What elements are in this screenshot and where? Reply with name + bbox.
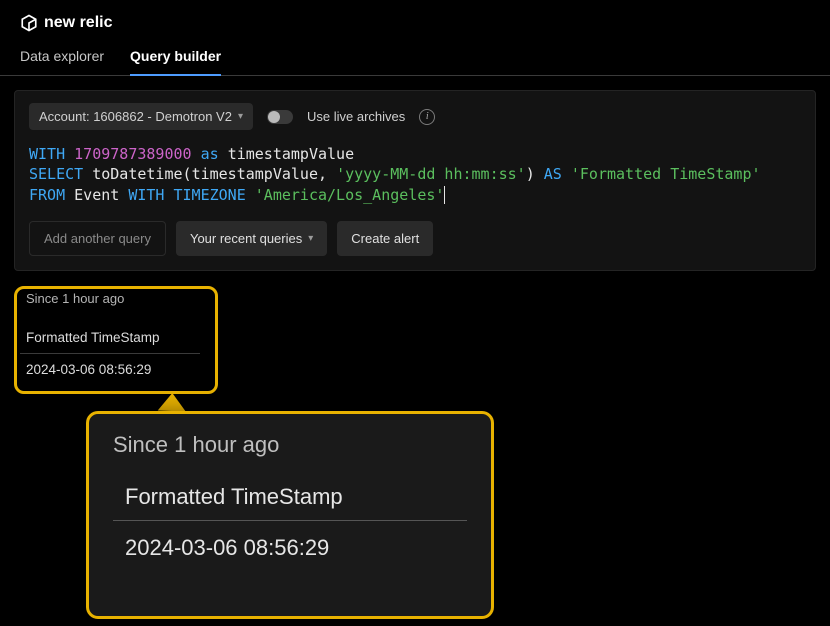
timestamp-literal: 1709787389000	[74, 145, 191, 163]
results-area: Since 1 hour ago Formatted TimeStamp 202…	[0, 271, 830, 399]
panel-controls: Account: 1606862 - Demotron V2 ▾ Use liv…	[29, 103, 801, 130]
brand-name: new relic	[44, 14, 112, 32]
brand-logo: new relic	[20, 14, 112, 32]
result-table: Formatted TimeStamp 2024-03-06 08:56:29	[20, 322, 200, 385]
result-column-header: Formatted TimeStamp	[20, 322, 200, 354]
zoom-column-header: Formatted TimeStamp	[113, 484, 467, 521]
recent-queries-label: Your recent queries	[190, 231, 302, 246]
new-relic-icon	[20, 14, 38, 32]
kw-with-timezone: WITH TIMEZONE	[128, 186, 245, 204]
account-picker-label: Account: 1606862 - Demotron V2	[39, 109, 232, 124]
callout-connector	[158, 393, 187, 412]
info-icon[interactable]: i	[419, 109, 435, 125]
query-panel: Account: 1606862 - Demotron V2 ▾ Use liv…	[14, 90, 816, 271]
ident-event: Event	[74, 186, 119, 204]
account-picker[interactable]: Account: 1606862 - Demotron V2 ▾	[29, 103, 253, 130]
format-string: 'yyyy-MM-dd hh:mm:ss'	[336, 165, 526, 183]
create-alert-button[interactable]: Create alert	[337, 221, 433, 256]
recent-queries-button[interactable]: Your recent queries ▾	[176, 221, 327, 256]
kw-as2: AS	[544, 165, 562, 183]
result-cell: 2024-03-06 08:56:29	[20, 354, 200, 385]
nrql-editor[interactable]: WITH 1709787389000 as timestampValue SEL…	[29, 144, 801, 205]
kw-select: SELECT	[29, 165, 83, 183]
zoom-cell: 2024-03-06 08:56:29	[113, 521, 467, 561]
alias-string: 'Formatted TimeStamp'	[571, 165, 761, 183]
zoom-since-label: Since 1 hour ago	[113, 432, 467, 458]
kw-with: WITH	[29, 145, 65, 163]
live-archives-toggle[interactable]	[267, 110, 293, 124]
app-header: new relic	[0, 0, 830, 38]
kw-as: as	[201, 145, 219, 163]
button-row: Add another query Your recent queries ▾ …	[29, 221, 801, 256]
since-label: Since 1 hour ago	[26, 291, 810, 306]
timezone-string: 'America/Los_Angeles'	[255, 186, 446, 204]
tab-data-explorer[interactable]: Data explorer	[20, 48, 104, 75]
top-tabs: Data explorer Query builder	[0, 38, 830, 76]
tab-query-builder[interactable]: Query builder	[130, 48, 221, 76]
chevron-down-icon: ▾	[238, 111, 243, 122]
live-archives-label: Use live archives	[307, 109, 405, 124]
kw-from: FROM	[29, 186, 65, 204]
callout-zoom: Since 1 hour ago Formatted TimeStamp 202…	[86, 411, 494, 619]
func-todatetime: toDatetime	[92, 165, 182, 183]
add-another-query-button[interactable]: Add another query	[29, 221, 166, 256]
arg-timestampvalue: timestampValue	[192, 165, 318, 183]
ident-timestampvalue: timestampValue	[228, 145, 354, 163]
chevron-down-icon: ▾	[308, 233, 313, 244]
